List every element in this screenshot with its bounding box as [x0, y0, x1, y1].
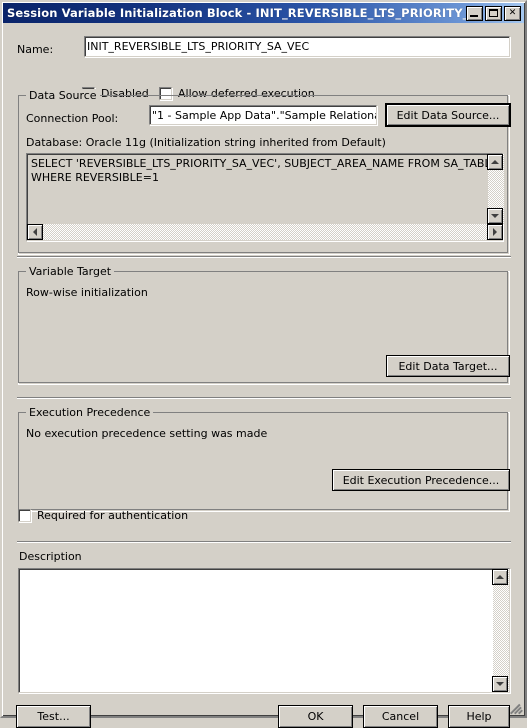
execution-precedence-status: No execution precedence setting was made: [26, 427, 268, 440]
description-vertical-scrollbar[interactable]: [492, 569, 509, 692]
close-button[interactable]: ✕: [504, 5, 521, 21]
sql-editor-text: SELECT 'REVERSIBLE_LTS_PRIORITY_SA_VEC',…: [31, 157, 498, 184]
window-controls: ✕: [466, 5, 522, 21]
connection-pool-label: Connection Pool:: [26, 112, 119, 125]
description-editor[interactable]: [18, 568, 510, 693]
minimize-button[interactable]: [466, 5, 483, 21]
description-label: Description: [19, 550, 82, 563]
required-for-authentication-label: Required for authentication: [37, 509, 189, 522]
name-input[interactable]: INIT_REVERSIBLE_LTS_PRIORITY_SA_VEC: [84, 36, 510, 57]
test-button[interactable]: Test...: [16, 705, 91, 728]
help-button[interactable]: Help: [448, 705, 510, 728]
description-scroll-up-button[interactable]: [492, 569, 508, 585]
data-source-group-title: Data Source: [26, 89, 100, 102]
variable-target-status: Row-wise initialization: [26, 286, 148, 299]
dialog-window: Session Variable Initialization Block - …: [0, 0, 527, 728]
connection-pool-input[interactable]: "1 - Sample App Data"."Sample Relational…: [149, 105, 377, 125]
sql-vertical-scrollbar[interactable]: [487, 154, 504, 224]
checkbox-box-required-auth[interactable]: [18, 509, 31, 522]
edit-data-target-button[interactable]: Edit Data Target...: [386, 355, 510, 377]
required-for-authentication-checkbox[interactable]: Required for authentication: [18, 509, 188, 522]
sql-scroll-up-button[interactable]: [487, 154, 503, 170]
chevron-right-icon: [493, 228, 497, 236]
chevron-down-icon: [491, 214, 499, 218]
maximize-icon: [489, 8, 498, 17]
ok-button[interactable]: OK: [278, 705, 353, 728]
description-scroll-down-button[interactable]: [492, 676, 508, 692]
database-info-label: Database: Oracle 11g (Initialization str…: [26, 136, 386, 149]
chevron-left-icon: [33, 228, 37, 236]
sql-scroll-right-button[interactable]: [487, 224, 503, 240]
window-title: Session Variable Initialization Block - …: [7, 6, 466, 20]
maximize-button[interactable]: [485, 5, 502, 21]
close-icon: ✕: [508, 7, 517, 18]
title-bar[interactable]: Session Variable Initialization Block - …: [3, 3, 524, 23]
variable-target-group-title: Variable Target: [26, 265, 115, 278]
dialog-body: Name: INIT_REVERSIBLE_LTS_PRIORITY_SA_VE…: [3, 23, 524, 728]
chevron-up-icon: [496, 575, 504, 579]
separator-1: [17, 256, 511, 258]
edit-data-source-button[interactable]: Edit Data Source...: [385, 103, 511, 127]
minimize-icon: [470, 14, 478, 17]
connection-pool-value: "1 - Sample App Data"."Sample Relational…: [152, 108, 376, 122]
edit-execution-precedence-button[interactable]: Edit Execution Precedence...: [332, 469, 510, 491]
sql-scroll-left-button[interactable]: [27, 224, 43, 240]
sql-scroll-down-button[interactable]: [487, 208, 503, 224]
separator-3: [17, 541, 511, 543]
name-label: Name:: [17, 43, 54, 56]
sql-horizontal-scrollbar[interactable]: [27, 224, 503, 240]
chevron-up-icon: [491, 160, 499, 164]
resize-grip[interactable]: [510, 701, 524, 715]
separator-2: [17, 397, 511, 399]
chevron-down-icon: [496, 682, 504, 686]
name-input-value: INIT_REVERSIBLE_LTS_PRIORITY_SA_VEC: [87, 40, 310, 53]
cancel-button[interactable]: Cancel: [363, 705, 438, 728]
execution-precedence-group-title: Execution Precedence: [26, 406, 154, 419]
